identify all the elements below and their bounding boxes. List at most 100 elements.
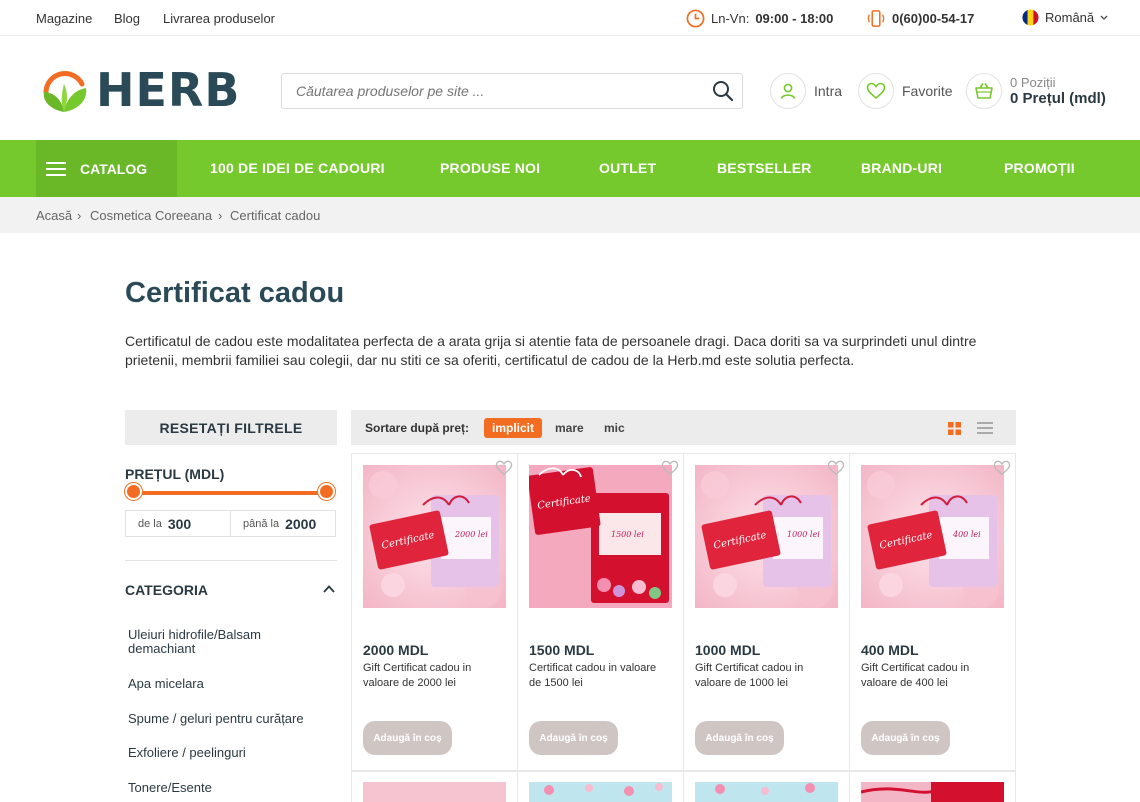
nav-item-bestseller[interactable]: BESTSELLER — [717, 160, 812, 176]
nav-item-new-products[interactable]: PRODUSE NOI — [440, 160, 540, 176]
product-image[interactable] — [695, 782, 838, 802]
price-to-field[interactable]: până la 2000 — [230, 510, 336, 537]
sort-option-default[interactable]: implicit — [484, 418, 543, 438]
blog-link[interactable]: Blog — [114, 11, 140, 26]
page-description: Certificatul de cadou este modalitatea p… — [125, 333, 977, 368]
favorites-label: Favorite — [902, 83, 953, 99]
card-amount-text: 1000 lei — [787, 530, 820, 539]
basket-icon — [966, 73, 1002, 109]
breadcrumb-current: Certificat cadou — [230, 208, 321, 223]
product-card[interactable] — [849, 771, 1016, 802]
user-icon — [770, 73, 806, 109]
delivery-link[interactable]: Livrarea produselor — [163, 11, 275, 26]
cart-price: 0 Prețul (mdl) — [1010, 90, 1106, 107]
product-card[interactable]: 1000 lei Certificate 1000 MDL Gift Certi… — [683, 453, 850, 771]
product-image[interactable]: 1000 lei Certificate — [695, 465, 838, 608]
phone-icon — [867, 10, 885, 27]
breadcrumb-category[interactable]: Cosmetica Coreeana — [90, 208, 212, 223]
product-image[interactable] — [363, 782, 506, 802]
phone-number[interactable]: 0(60)00-54-17 — [892, 11, 974, 26]
price-from-field[interactable]: de la 300 — [125, 510, 231, 537]
product-name[interactable]: Gift Certificat cadou in valoare de 1000… — [695, 661, 835, 691]
catalog-label: CATALOG — [80, 160, 148, 177]
product-card[interactable] — [517, 771, 684, 802]
heart-icon[interactable] — [827, 460, 845, 476]
product-image[interactable] — [529, 782, 672, 802]
category-filter-heading[interactable]: CATEGORIA — [125, 582, 208, 598]
search-icon[interactable] — [712, 80, 734, 102]
category-item[interactable]: Spume / geluri pentru curățare — [128, 712, 328, 726]
breadcrumb-home[interactable]: Acasă — [36, 208, 72, 223]
magazine-link[interactable]: Magazine — [36, 11, 92, 26]
working-hours: Ln-Vn: 09:00 - 18:00 — [686, 9, 833, 28]
heart-icon[interactable] — [661, 460, 679, 476]
breadcrumb-separator: › — [218, 208, 223, 223]
search-input[interactable] — [282, 74, 682, 108]
card-amount-text: 2000 lei — [454, 530, 488, 539]
heart-icon[interactable] — [993, 460, 1011, 476]
leaf-logo-icon — [43, 70, 87, 112]
add-to-cart-button[interactable]: Adaugă în coș — [695, 721, 784, 755]
sort-bar: Sortare după preț: implicit mare mic — [351, 410, 1016, 445]
card-amount-text: 1500 lei — [611, 530, 644, 539]
category-item[interactable]: Exfoliere / peelinguri — [128, 746, 328, 760]
category-item[interactable]: Apa micelara — [128, 677, 328, 691]
nav-item-promotions[interactable]: PROMOȚII — [1004, 160, 1075, 176]
product-card[interactable]: 400 lei Certificate 400 MDL Gift Certifi… — [849, 453, 1016, 771]
breadcrumb: Acasă › Cosmetica Coreeana › Certificat … — [0, 197, 1140, 233]
divider — [125, 560, 337, 561]
chevron-up-icon[interactable] — [322, 582, 336, 596]
catalog-button[interactable]: CATALOG — [36, 140, 177, 197]
nav-item-brands[interactable]: BRAND-URI — [861, 160, 942, 176]
page-title: Certificat cadou — [125, 277, 345, 309]
list-view-icon[interactable] — [977, 422, 993, 434]
product-card[interactable] — [683, 771, 850, 802]
product-card[interactable]: 2000 lei Certificate 2000 MDL Gift Certi… — [351, 453, 518, 771]
product-price: 1000 MDL — [695, 642, 761, 658]
header: HERB Intra Favorite 0 Poziții 0 Prețul (… — [0, 36, 1140, 140]
price-to-value[interactable]: 2000 — [285, 516, 316, 532]
language-label: Română — [1045, 10, 1095, 25]
sort-option-high[interactable]: mare — [547, 418, 592, 438]
nav-item-outlet[interactable]: OUTLET — [599, 160, 656, 176]
hours-value: 09:00 - 18:00 — [755, 11, 834, 26]
search-box[interactable] — [281, 73, 743, 109]
add-to-cart-button[interactable]: Adaugă în coș — [529, 721, 618, 755]
product-name[interactable]: Gift Certificat cadou in valoare de 2000… — [363, 661, 503, 691]
breadcrumb-separator: › — [77, 208, 82, 223]
product-image[interactable]: 400 lei Certificate — [861, 465, 1004, 608]
nav-item-gift-ideas[interactable]: 100 DE IDEI DE CADOURI — [210, 160, 385, 176]
price-slider-max-handle[interactable] — [318, 483, 335, 500]
favorites-button[interactable]: Favorite — [858, 73, 953, 109]
heart-icon — [858, 73, 894, 109]
main-nav: CATALOG 100 DE IDEI DE CADOURI PRODUSE N… — [0, 140, 1140, 197]
price-from-value[interactable]: 300 — [168, 516, 191, 532]
cart-button[interactable]: 0 Poziții 0 Prețul (mdl) — [966, 73, 1106, 109]
category-item[interactable]: Uleiuri hidrofile/Balsam demachiant — [128, 628, 328, 656]
logo[interactable]: HERB — [36, 62, 240, 118]
product-image[interactable] — [860, 782, 1004, 802]
category-item[interactable]: Tonere/Esente — [128, 781, 328, 795]
price-slider-track[interactable] — [133, 491, 327, 495]
price-slider-min-handle[interactable] — [125, 483, 142, 500]
login-label: Intra — [814, 83, 843, 99]
product-image[interactable]: 1500 lei Certificate — [529, 465, 672, 608]
language-selector[interactable]: Română — [1022, 9, 1108, 26]
add-to-cart-button[interactable]: Adaugă în coș — [363, 721, 452, 755]
phone[interactable]: 0(60)00-54-17 — [866, 9, 974, 28]
price-filter-heading: PREȚUL (MDL) — [125, 466, 225, 482]
product-name[interactable]: Certificat cadou in valoare de 1500 lei — [529, 661, 669, 691]
sort-option-low[interactable]: mic — [596, 418, 633, 438]
product-image[interactable]: 2000 lei Certificate — [363, 465, 506, 608]
product-card[interactable]: 1500 lei Certificate 1500 MDL Certificat… — [517, 453, 684, 771]
hours-label: Ln-Vn: — [711, 11, 750, 26]
add-to-cart-button[interactable]: Adaugă în coș — [861, 721, 950, 755]
grid-view-icon[interactable] — [948, 422, 961, 435]
logo-text: HERB — [96, 63, 241, 117]
login-button[interactable]: Intra — [770, 73, 842, 109]
heart-icon[interactable] — [495, 460, 513, 476]
product-name[interactable]: Gift Certificat cadou in valoare de 400 … — [861, 661, 1001, 691]
chevron-down-icon — [1100, 15, 1108, 20]
product-card[interactable] — [351, 771, 518, 802]
reset-filters-button[interactable]: RESETAȚI FILTRELE — [125, 410, 337, 445]
